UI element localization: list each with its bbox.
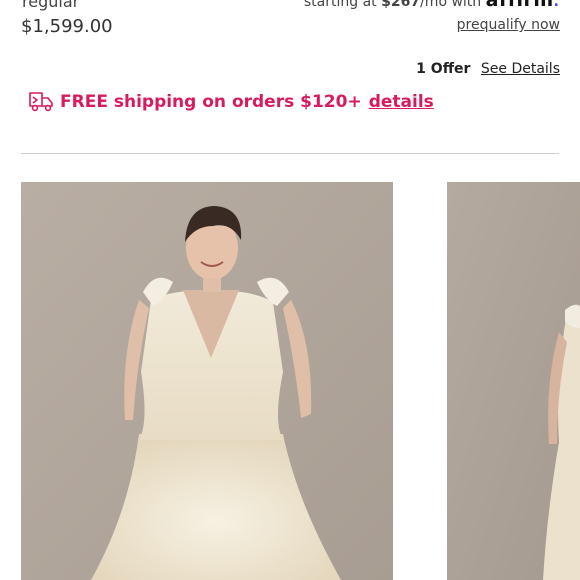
regular-price-label: regular xyxy=(22,0,80,11)
product-image-main[interactable] xyxy=(21,182,393,580)
product-image-secondary[interactable] xyxy=(447,182,580,580)
offers-row: 1 Offer See Details xyxy=(416,59,560,79)
regular-price: $1,599.00 xyxy=(21,16,113,37)
shipping-details-link[interactable]: details xyxy=(369,92,434,112)
financing-amount: $267 xyxy=(381,0,421,10)
prequalify-link[interactable]: prequalify now xyxy=(457,15,560,35)
affirm-logo-dot: . xyxy=(553,0,559,10)
financing-info: starting at $267/mo with affirm. xyxy=(304,0,559,12)
financing-prefix: starting at xyxy=(303,0,377,10)
wedding-dress-photo xyxy=(21,182,393,580)
shipping-truck-icon xyxy=(29,92,53,112)
financing-suffix: /mo with xyxy=(420,0,482,10)
see-details-link[interactable]: See Details xyxy=(481,61,560,77)
free-shipping-banner: FREE shipping on orders $120+ details xyxy=(27,88,434,116)
section-divider xyxy=(21,153,559,154)
offer-count: 1 Offer xyxy=(416,61,471,77)
wedding-dress-photo-alt xyxy=(447,182,580,580)
affirm-logo: affirm xyxy=(485,0,554,11)
free-shipping-text: FREE shipping on orders $120+ xyxy=(60,92,362,112)
